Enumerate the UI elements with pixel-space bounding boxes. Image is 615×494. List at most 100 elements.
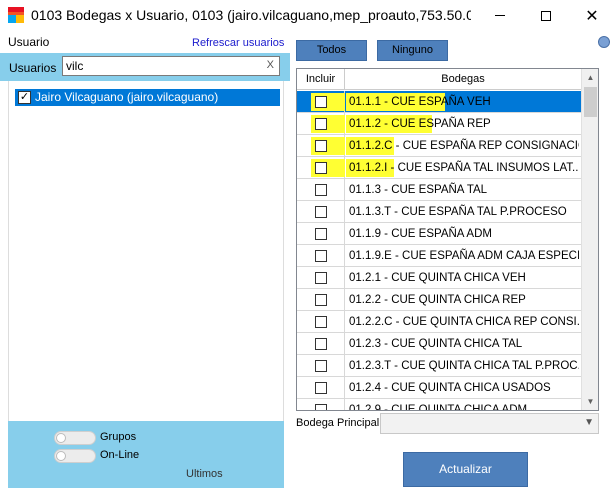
table-row[interactable]: 01.2.3 - CUE QUINTA CHICA TAL (297, 333, 581, 355)
bodega-cell: 01.1.2.I - CUE ESPAÑA TAL INSUMOS LAT... (349, 162, 579, 174)
table-row[interactable]: 01.1.3.T - CUE ESPAÑA TAL P.PROCESO (297, 201, 581, 223)
online-toggle[interactable] (54, 449, 96, 463)
table-row[interactable]: 01.1.2 - CUE ESPAÑA REP (297, 113, 581, 135)
user-item-label: Jairo Vilcaguano (jairo.vilcaguano) (35, 90, 219, 104)
incluir-cell (297, 333, 345, 355)
toggle-knob (56, 433, 66, 443)
bodega-cell: 01.1.3.T - CUE ESPAÑA TAL P.PROCESO (349, 206, 567, 218)
refresh-users-link[interactable]: Refrescar usuarios (192, 37, 284, 49)
incluir-cell (297, 377, 345, 399)
select-none-button[interactable]: Ninguno (377, 40, 448, 61)
incluir-cell (297, 201, 345, 223)
grupos-toggle[interactable] (54, 431, 96, 445)
minimize-icon (495, 15, 505, 16)
table-row[interactable]: 01.1.2.C - CUE ESPAÑA REP CONSIGNACION (297, 135, 581, 157)
window-title: 0103 Bodegas x Usuario, 0103 (jairo.vilc… (31, 7, 471, 23)
incluir-cell (297, 399, 345, 410)
incluir-checkbox[interactable] (315, 228, 327, 240)
incluir-checkbox[interactable] (315, 360, 327, 372)
ultimos-label[interactable]: Ultimos (186, 468, 223, 480)
table-row[interactable]: 01.2.2 - CUE QUINTA CHICA REP (297, 289, 581, 311)
user-list-item[interactable]: ✓ Jairo Vilcaguano (jairo.vilcaguano) (15, 89, 280, 106)
globe-icon[interactable] (598, 36, 610, 48)
app-icon (8, 7, 24, 23)
incluir-checkbox[interactable] (315, 96, 327, 108)
grupos-label: Grupos (100, 431, 137, 443)
bodega-cell: 01.1.2 - CUE ESPAÑA REP (349, 118, 491, 130)
user-search-box: X (62, 56, 280, 76)
incluir-checkbox[interactable] (315, 272, 327, 284)
incluir-cell (297, 289, 345, 311)
bodega-cell: 01.2.3.T - CUE QUINTA CHICA TAL P.PROC..… (349, 360, 579, 372)
user-search-input[interactable] (63, 57, 253, 75)
bodega-cell: 01.1.3 - CUE ESPAÑA TAL (349, 184, 488, 196)
incluir-checkbox[interactable] (315, 382, 327, 394)
maximize-icon (541, 10, 551, 21)
grid-header: Incluir Bodegas (297, 69, 581, 90)
bodega-cell: 01.1.1 - CUE ESPAÑA VEH (349, 96, 491, 108)
incluir-checkbox[interactable] (315, 250, 327, 262)
bodega-cell: 01.1.9 - CUE ESPAÑA ADM (349, 228, 492, 240)
incluir-checkbox[interactable] (315, 316, 327, 328)
user-list: ✓ Jairo Vilcaguano (jairo.vilcaguano) (8, 81, 284, 421)
incluir-cell (297, 179, 345, 201)
user-search-bar: Usuarios X (0, 53, 290, 81)
bodega-cell: 01.1.9.E - CUE ESPAÑA ADM CAJA ESPECIAL (349, 250, 579, 262)
incluir-cell (297, 157, 345, 179)
left-footer-panel: Grupos On-Line Ultimos (8, 421, 284, 488)
incluir-cell (297, 91, 345, 113)
clear-search-icon[interactable]: X (267, 59, 274, 71)
grid-scrollbar[interactable]: ▲ ▼ (581, 69, 598, 410)
table-row[interactable]: 01.2.3.T - CUE QUINTA CHICA TAL P.PROC..… (297, 355, 581, 377)
close-icon: ✕ (585, 6, 599, 25)
table-row[interactable]: 01.1.2.I - CUE ESPAÑA TAL INSUMOS LAT... (297, 157, 581, 179)
table-row[interactable]: 01.2.2.C - CUE QUINTA CHICA REP CONSI... (297, 311, 581, 333)
scroll-thumb[interactable] (584, 87, 597, 117)
minimize-button[interactable] (477, 0, 523, 31)
bodega-cell: 01.1.2.C - CUE ESPAÑA REP CONSIGNACION (349, 140, 579, 152)
incluir-cell (297, 113, 345, 135)
user-checkbox[interactable]: ✓ (18, 91, 31, 104)
online-label: On-Line (100, 449, 140, 461)
bodega-cell: 01.2.2 - CUE QUINTA CHICA REP (349, 294, 526, 306)
select-all-button[interactable]: Todos (296, 40, 367, 61)
column-header-bodegas[interactable]: Bodegas (345, 69, 581, 90)
table-row[interactable]: 01.2.9 - CUE QUINTA CHICA ADM (297, 399, 581, 411)
title-bar: 0103 Bodegas x Usuario, 0103 (jairo.vilc… (0, 0, 615, 31)
bodega-principal-select[interactable]: ▼ (380, 413, 599, 434)
usuarios-label: Usuarios (9, 61, 57, 75)
maximize-button[interactable] (523, 0, 569, 31)
bodega-principal-label: Bodega Principal (296, 417, 380, 429)
chevron-down-icon: ▼ (584, 417, 594, 428)
update-button[interactable]: Actualizar (403, 452, 528, 487)
incluir-checkbox[interactable] (315, 118, 327, 130)
table-row[interactable]: 01.2.1 - CUE QUINTA CHICA VEH (297, 267, 581, 289)
table-row[interactable]: 01.1.1 - CUE ESPAÑA VEH (297, 91, 581, 113)
table-row[interactable]: 01.1.3 - CUE ESPAÑA TAL (297, 179, 581, 201)
incluir-checkbox[interactable] (315, 140, 327, 152)
incluir-cell (297, 135, 345, 157)
table-row[interactable]: 01.1.9 - CUE ESPAÑA ADM (297, 223, 581, 245)
incluir-cell (297, 223, 345, 245)
user-section-header: Usuario Refrescar usuarios (0, 31, 290, 53)
scroll-down-icon[interactable]: ▼ (582, 393, 598, 410)
scroll-up-icon[interactable]: ▲ (582, 69, 598, 86)
incluir-cell (297, 311, 345, 333)
bodega-cell: 01.2.9 - CUE QUINTA CHICA ADM (349, 404, 528, 411)
bodega-cell: 01.2.3 - CUE QUINTA CHICA TAL (349, 338, 523, 350)
bodega-cell: 01.2.1 - CUE QUINTA CHICA VEH (349, 272, 526, 284)
incluir-cell (297, 267, 345, 289)
column-header-incluir[interactable]: Incluir (297, 69, 345, 90)
table-row[interactable]: 01.2.4 - CUE QUINTA CHICA USADOS (297, 377, 581, 399)
incluir-checkbox[interactable] (315, 404, 327, 410)
incluir-checkbox[interactable] (315, 184, 327, 196)
incluir-checkbox[interactable] (315, 206, 327, 218)
incluir-checkbox[interactable] (315, 338, 327, 350)
bodegas-grid: Incluir Bodegas 01.1.1 - CUE ESPAÑA VEH 0… (296, 68, 599, 411)
incluir-checkbox[interactable] (315, 162, 327, 174)
close-button[interactable]: ✕ (569, 0, 615, 31)
toggle-knob (56, 451, 66, 461)
bodega-cell: 01.2.2.C - CUE QUINTA CHICA REP CONSI... (349, 316, 579, 328)
incluir-checkbox[interactable] (315, 294, 327, 306)
table-row[interactable]: 01.1.9.E - CUE ESPAÑA ADM CAJA ESPECIAL (297, 245, 581, 267)
